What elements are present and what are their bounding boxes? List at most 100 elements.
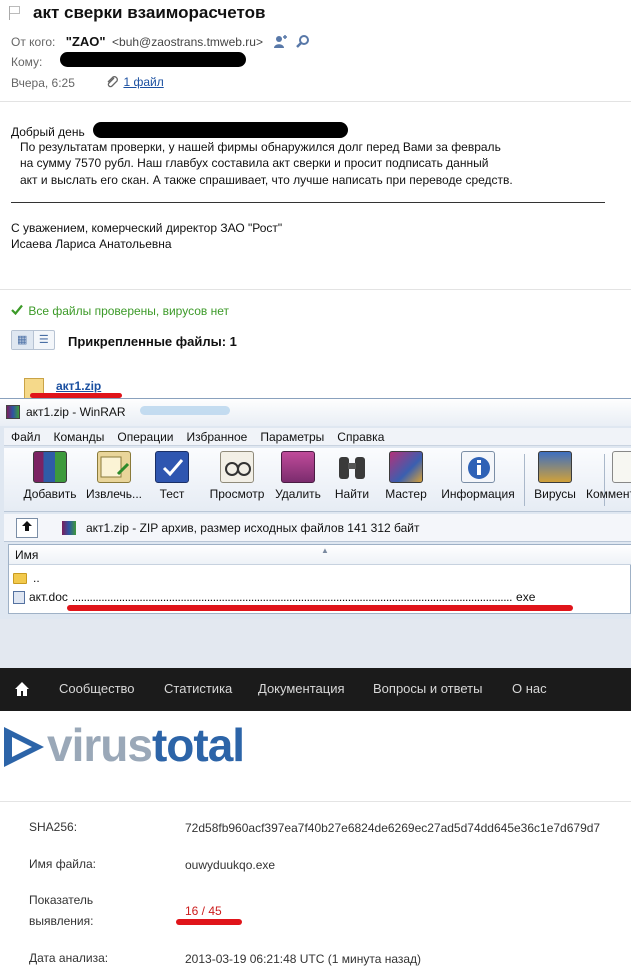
extract-button[interactable]: Извлечь... bbox=[82, 451, 146, 509]
add-contact-icon[interactable] bbox=[273, 34, 288, 49]
body-line-2: на сумму 7570 рубл. Наш главбух составил… bbox=[20, 156, 489, 170]
column-name-header[interactable]: Имя bbox=[9, 545, 631, 565]
to-label: Кому: bbox=[11, 55, 43, 69]
signature-line-2: Исаева Лариса Анатольевна bbox=[11, 237, 172, 251]
info-button[interactable]: Информация bbox=[436, 451, 520, 509]
paperclip-icon bbox=[105, 75, 119, 89]
find-label: Найти bbox=[334, 487, 370, 501]
nav-statistics[interactable]: Статистика bbox=[164, 681, 232, 696]
virus-check-status: Все файлы проверены, вирусов нет bbox=[11, 304, 229, 318]
title-bar[interactable]: акт1.zip - WinRAR bbox=[0, 399, 631, 426]
comment-button[interactable]: Коммент bbox=[586, 451, 631, 509]
menu-favorites[interactable]: Избранное bbox=[180, 428, 254, 445]
blurred-title-text bbox=[140, 406, 230, 415]
find-button[interactable]: Найти bbox=[332, 451, 372, 509]
info-label: Информация bbox=[441, 487, 515, 501]
attachment-link[interactable]: акт1.zip bbox=[56, 379, 101, 393]
detection-label-line2: выявления: bbox=[29, 914, 94, 928]
analysis-date-label: Дата анализа: bbox=[29, 951, 109, 965]
menu-commands[interactable]: Команды bbox=[47, 428, 111, 445]
redacted-recipient bbox=[60, 52, 246, 67]
nav-documentation[interactable]: Документация bbox=[258, 681, 345, 696]
red-ratio-stroke bbox=[176, 919, 242, 925]
delete-button[interactable]: Удалить bbox=[272, 451, 324, 509]
filename-label: Имя файла: bbox=[29, 857, 96, 871]
file-name-start: акт.doc bbox=[29, 590, 68, 604]
nav-about[interactable]: О нас bbox=[512, 681, 547, 696]
attached-files-title: Прикрепленные файлы: 1 bbox=[68, 334, 237, 349]
column-name-label: Имя bbox=[15, 548, 39, 562]
sender-address[interactable]: <buh@zaostrans.tmweb.ru> bbox=[112, 35, 263, 49]
menu-options[interactable]: Параметры bbox=[253, 428, 330, 445]
nav-community[interactable]: Сообщество bbox=[59, 681, 135, 696]
winrar-window: акт1.zip - WinRAR Файл Команды Операции … bbox=[0, 398, 631, 669]
sha256-label: SHA256: bbox=[29, 820, 78, 834]
check-icon bbox=[11, 304, 25, 318]
toolbar: Добавить Извлечь... Тест Просмотр Удалит… bbox=[4, 448, 631, 512]
analysis-date-value: 2013-03-19 06:21:48 UTC (1 минута назад) bbox=[185, 952, 422, 966]
sort-arrow-icon: ▲ bbox=[321, 546, 329, 555]
binoculars-icon bbox=[335, 451, 369, 483]
menu-operations[interactable]: Операции bbox=[110, 428, 179, 445]
view-label: Просмотр bbox=[209, 487, 265, 501]
email-view: акт сверки взаиморасчетов От кого: "ZAO"… bbox=[0, 0, 631, 400]
top-nav: Сообщество Статистика Документация Вопро… bbox=[0, 668, 631, 711]
list-item-file[interactable]: акт.doc.................................… bbox=[13, 590, 623, 604]
menu-help[interactable]: Справка bbox=[330, 428, 390, 445]
attachments-link[interactable]: 1 файл bbox=[123, 75, 163, 89]
delete-label: Удалить bbox=[275, 487, 321, 501]
grid-view-icon[interactable]: ▦ bbox=[12, 331, 34, 349]
list-item-parent[interactable]: .. bbox=[13, 571, 40, 585]
attachments-link-row[interactable]: 1 файл bbox=[105, 73, 164, 91]
add-label: Добавить bbox=[23, 487, 77, 501]
test-button[interactable]: Тест bbox=[152, 451, 192, 509]
sender-name[interactable]: "ZAO" bbox=[66, 34, 106, 49]
winrar-app-icon bbox=[6, 405, 20, 419]
view-glasses-icon bbox=[220, 451, 254, 483]
wizard-icon bbox=[389, 451, 423, 483]
signature-line-1: С уважением, комерческий директор ЗАО "Р… bbox=[11, 221, 283, 235]
virustotal-page: Сообщество Статистика Документация Вопро… bbox=[0, 668, 631, 980]
wizard-button[interactable]: Мастер bbox=[382, 451, 430, 509]
toolbar-separator bbox=[524, 454, 525, 506]
signature-separator bbox=[11, 202, 605, 203]
content-divider bbox=[0, 801, 631, 802]
info-icon bbox=[461, 451, 495, 483]
view-button[interactable]: Просмотр bbox=[204, 451, 270, 509]
add-button[interactable]: Добавить bbox=[20, 451, 80, 509]
home-icon[interactable] bbox=[14, 681, 30, 697]
flag-icon[interactable] bbox=[9, 6, 21, 20]
virus-check-text: Все файлы проверены, вирусов нет bbox=[28, 304, 229, 318]
up-folder-button[interactable] bbox=[16, 518, 38, 538]
file-name-padding: ........................................… bbox=[71, 590, 513, 604]
detection-label-line1: Показатель bbox=[29, 893, 94, 907]
archive-icon bbox=[62, 521, 76, 535]
body-divider bbox=[0, 289, 631, 290]
window-title: акт1.zip - WinRAR bbox=[26, 405, 126, 419]
extract-icon bbox=[97, 451, 131, 483]
virus-scan-icon bbox=[538, 451, 572, 483]
menu-file[interactable]: Файл bbox=[4, 428, 47, 445]
menu-bar: Файл Команды Операции Избранное Параметр… bbox=[4, 428, 631, 446]
file-list: Имя ▲ .. акт.doc........................… bbox=[8, 544, 631, 614]
logo-text-total: total bbox=[151, 719, 245, 771]
from-row: От кого: "ZAO" <buh@zaostrans.tmweb.ru> bbox=[11, 33, 310, 51]
virus-scan-button[interactable]: Вирусы bbox=[530, 451, 580, 509]
from-label: От кого: bbox=[11, 35, 56, 49]
screenshot-collage: акт сверки взаиморасчетов От кого: "ZAO"… bbox=[0, 0, 631, 980]
date-row: Вчера, 6:25 bbox=[11, 74, 75, 92]
redacted-greeting-name bbox=[93, 122, 348, 138]
search-icon[interactable] bbox=[295, 34, 310, 49]
list-view-icon[interactable]: ☰ bbox=[34, 331, 55, 349]
delete-icon bbox=[281, 451, 315, 483]
folder-icon bbox=[13, 572, 27, 584]
to-row: Кому: bbox=[11, 53, 42, 71]
body-line-3: акт и выслать его скан. А также спрашива… bbox=[20, 173, 513, 187]
view-toggle[interactable]: ▦ ☰ bbox=[11, 330, 55, 350]
virustotal-logo[interactable]: virustotal bbox=[47, 718, 245, 772]
test-icon bbox=[155, 451, 189, 483]
virustotal-logo-icon[interactable] bbox=[4, 727, 44, 772]
nav-faq[interactable]: Вопросы и ответы bbox=[373, 681, 482, 696]
empty-list-area bbox=[0, 619, 631, 669]
test-label: Тест bbox=[159, 487, 185, 501]
